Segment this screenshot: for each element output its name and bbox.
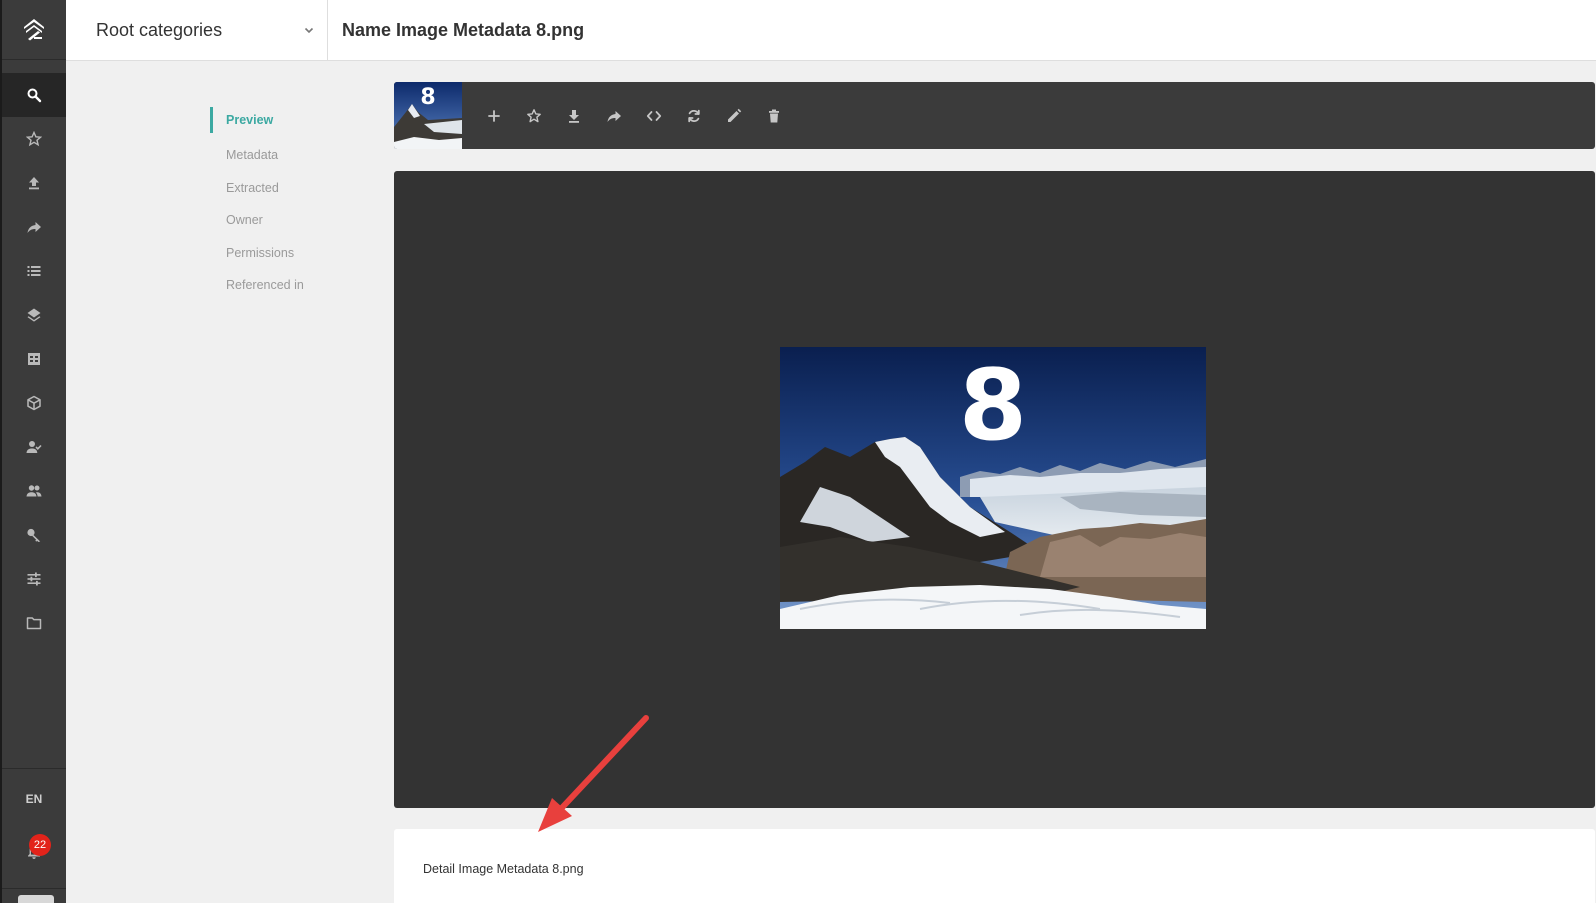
nav-upload[interactable] [2,161,66,205]
asset-toolbar: 8 [394,82,1595,149]
cube-icon [27,395,41,411]
layers-icon [27,308,41,322]
user-check-icon [26,441,42,453]
app-logo[interactable] [2,0,66,60]
detail-panel: Detail Image Metadata 8.png [394,829,1595,903]
nav-users[interactable] [2,469,66,513]
tab-permissions[interactable]: Permissions [210,237,304,270]
code-icon [646,110,662,121]
detail-text: Detail Image Metadata 8.png [423,862,584,876]
nav-objects[interactable] [2,381,66,425]
mountain-photo: 8 [780,347,1206,629]
refresh-button[interactable] [674,96,714,136]
preview-image-label: 8 [959,349,1027,463]
favorite-button[interactable] [514,96,554,136]
download-icon [569,109,579,123]
tab-preview[interactable]: Preview [210,107,304,133]
nav-list[interactable] [2,249,66,293]
download-button[interactable] [554,96,594,136]
add-button[interactable] [474,96,514,136]
nav-table[interactable] [2,337,66,381]
divider [2,888,66,889]
share-icon [607,110,621,122]
avatar[interactable] [18,895,54,903]
notification-badge: 22 [29,834,51,856]
thumbnail-label: 8 [420,85,435,110]
search-icon [27,88,42,103]
tab-extracted[interactable]: Extracted [210,172,304,205]
top-header: Root categories Name Image Metadata 8.pn… [66,0,1596,61]
asset-thumbnail[interactable]: 8 [394,82,462,149]
list-icon [27,266,41,276]
key-icon [27,528,41,542]
notifications-button[interactable]: 22 [2,829,66,875]
nav-layers[interactable] [2,293,66,337]
users-icon [26,485,42,497]
tab-metadata[interactable]: Metadata [210,139,304,172]
app-sidebar: EN 22 [0,0,66,903]
nav-favorites[interactable] [2,117,66,161]
sidebar-bottom: EN 22 [2,768,66,903]
nav-folder[interactable] [2,601,66,645]
chevron-down-icon [304,27,314,34]
nav-keys[interactable] [2,513,66,557]
star-icon [26,131,42,147]
star-icon [527,108,541,122]
table-icon [28,353,40,365]
nav-users-check[interactable] [2,425,66,469]
refresh-icon [688,109,700,122]
share-icon [27,222,41,233]
tab-referenced-in[interactable]: Referenced in [210,269,304,302]
nav-search[interactable] [2,73,66,117]
toolbar-actions [474,96,794,136]
folder-icon [26,617,42,630]
share-button[interactable] [594,96,634,136]
tab-owner[interactable]: Owner [210,204,304,237]
preview-image[interactable]: 8 [780,347,1206,629]
category-select-value: Root categories [96,19,223,40]
preview-panel: 8 [394,171,1595,808]
embed-code-button[interactable] [634,96,674,136]
delete-button[interactable] [754,96,794,136]
category-select[interactable]: Root categories [66,0,328,60]
page-title: Name Image Metadata 8.png [342,19,585,40]
thumbnail-image: 8 [394,82,462,149]
nav-share[interactable] [2,205,66,249]
detail-tabs: Preview Metadata Extracted Owner Permiss… [210,107,304,302]
logo-icon [24,18,44,40]
edit-icon [728,108,742,122]
upload-icon [29,177,39,190]
trash-icon [769,109,779,122]
add-icon [488,109,500,122]
language-switch[interactable]: EN [2,769,66,829]
sliders-icon [27,572,41,586]
nav-settings[interactable] [2,557,66,601]
edit-button[interactable] [714,96,754,136]
